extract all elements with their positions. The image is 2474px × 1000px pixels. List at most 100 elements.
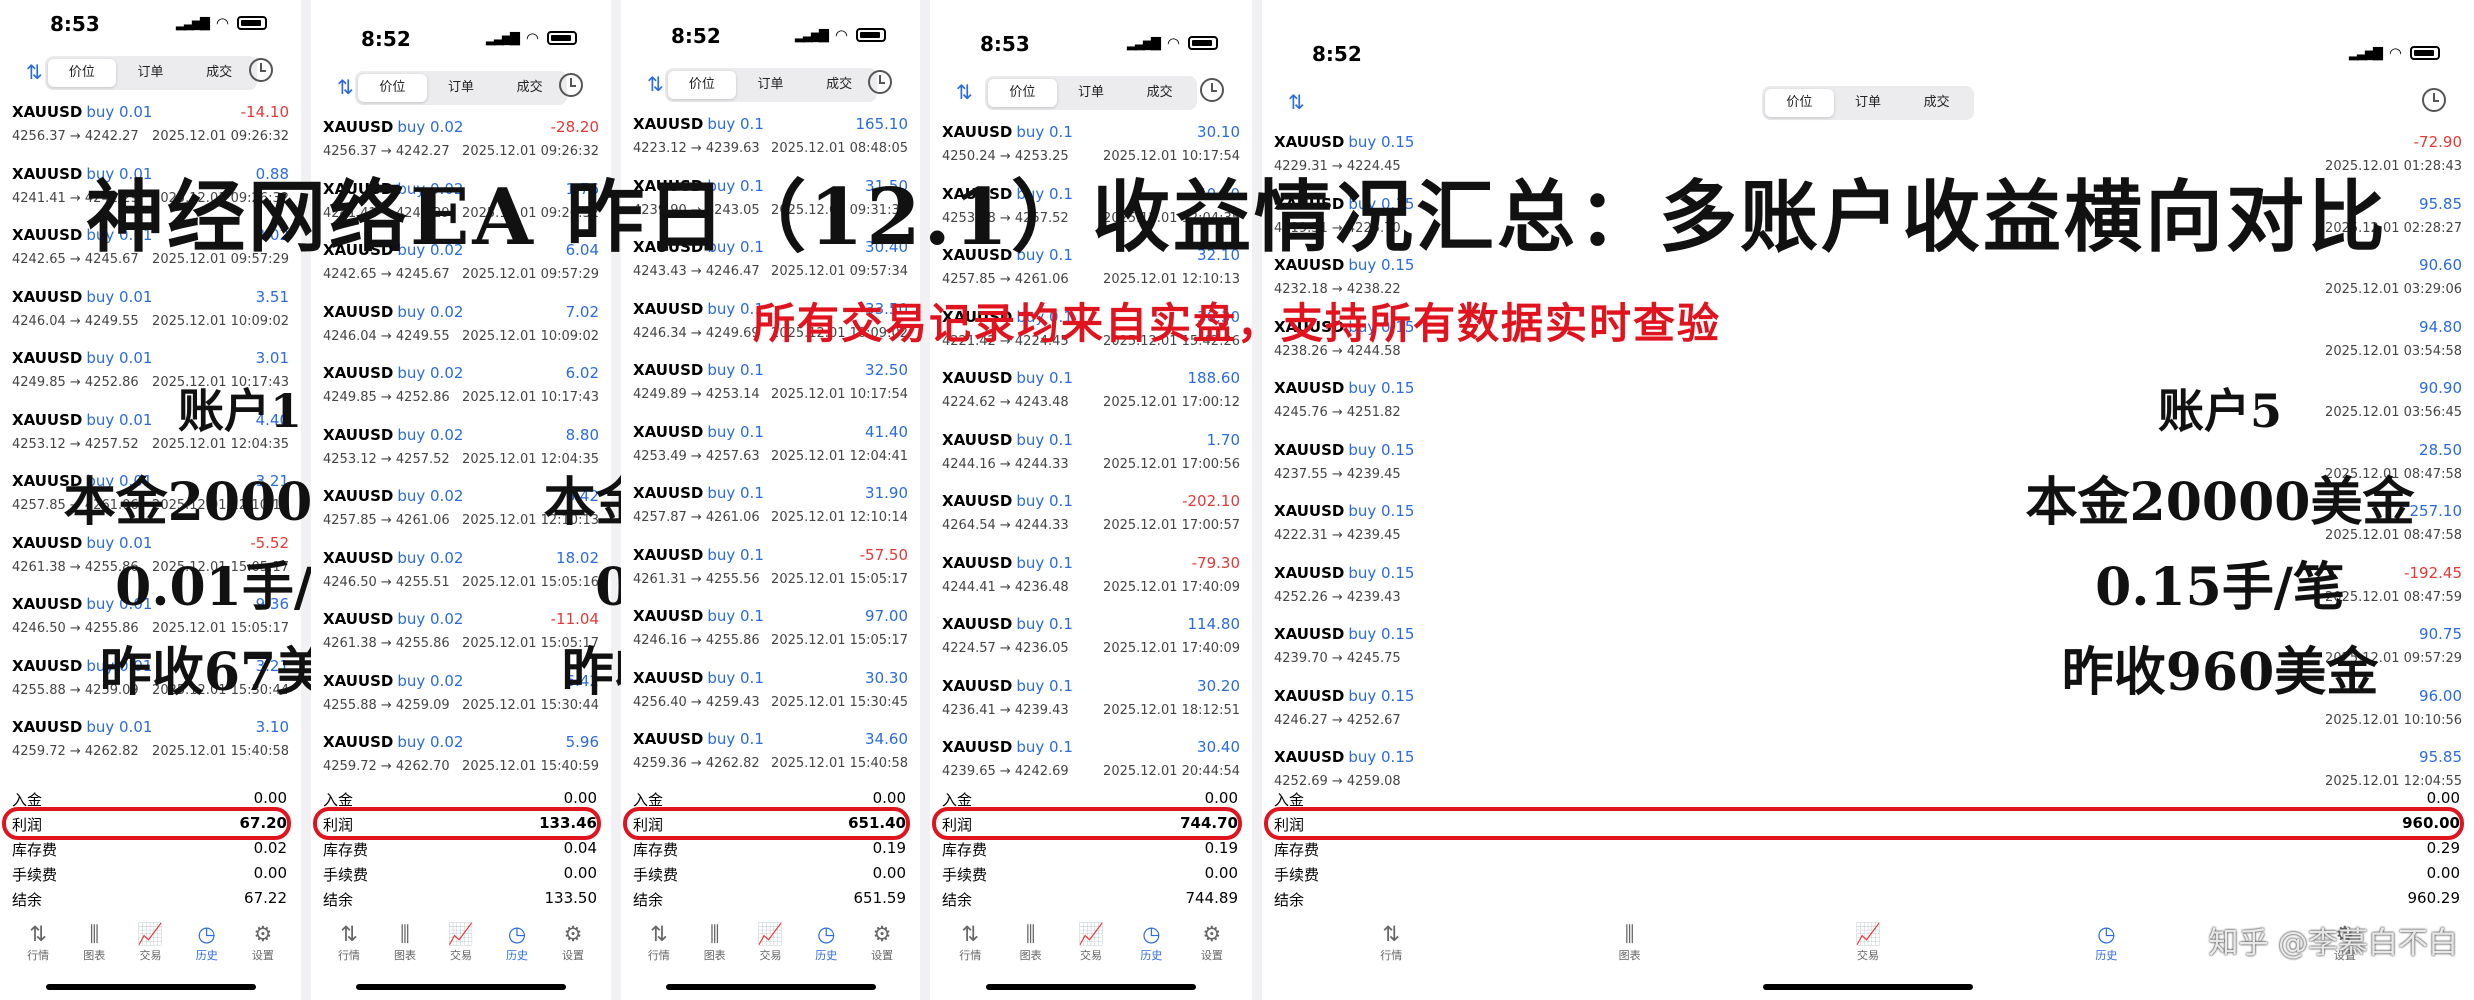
- trade-symbol-name: XAUUSD: [12, 656, 83, 675]
- tab-trade[interactable]: 📈 交易: [122, 920, 178, 980]
- sort-icon[interactable]: ⇅: [956, 80, 973, 104]
- tab-history[interactable]: ◷ 历史: [179, 920, 235, 980]
- tab-quotes[interactable]: ⇅ 行情: [940, 920, 1000, 980]
- trade-symbol: XAUUSD buy 0.15: [1274, 748, 1414, 766]
- signal-icon: ▂▃▅▇: [175, 15, 210, 31]
- tab-quotes[interactable]: ⇅ 行情: [1272, 920, 1510, 980]
- segment-deals[interactable]: 成交: [1125, 79, 1194, 107]
- signal-icon: ▂▃▅▇: [485, 30, 520, 46]
- segment-orders[interactable]: 订单: [1057, 79, 1126, 107]
- sort-icon[interactable]: ⇅: [647, 72, 664, 96]
- trade-row[interactable]: XAUUSD buy 0.1 188.60 4224.62 → 4243.48 2025…: [930, 363, 1252, 425]
- segment-positions[interactable]: 价位: [1765, 89, 1834, 117]
- history-toolbar: ⇅ 价位 订单 成交: [311, 67, 611, 107]
- sort-icon[interactable]: ⇅: [1288, 90, 1305, 114]
- summary-deposit-value: 0.00: [563, 789, 597, 807]
- tab-trade[interactable]: 📈 交易: [1061, 920, 1121, 980]
- trade-side-volume: buy 0.1: [1016, 676, 1073, 695]
- tab-quotes[interactable]: ⇅ 行情: [631, 920, 687, 980]
- tab-history[interactable]: ◷ 历史: [798, 920, 854, 980]
- trade-row[interactable]: XAUUSD buy 0.02 6.02 4249.85 → 4252.86 2025.…: [311, 358, 611, 420]
- trade-prices: 4252.26 → 4239.43: [1274, 589, 1401, 605]
- tab-label: 设置: [562, 949, 584, 962]
- trade-row[interactable]: XAUUSD buy 0.1 30.40 4239.65 → 4242.69 2025.…: [930, 732, 1252, 794]
- segment-deals[interactable]: 成交: [495, 74, 564, 102]
- tab-history[interactable]: ◷ 历史: [1987, 920, 2225, 980]
- trade-profit: 90.75: [2419, 625, 2462, 643]
- sort-icon[interactable]: ⇅: [337, 75, 354, 99]
- trade-symbol-name: XAUUSD: [1274, 502, 1345, 520]
- segment-positions[interactable]: 价位: [47, 59, 117, 87]
- segment-orders[interactable]: 订单: [1834, 89, 1903, 117]
- tab-settings[interactable]: ⚙ 设置: [235, 920, 291, 980]
- period-clock-icon[interactable]: [868, 70, 892, 94]
- trade-symbol: XAUUSD buy 0.15: [1274, 564, 1414, 582]
- trade-symbol-name: XAUUSD: [12, 718, 83, 736]
- status-time: 8:53: [980, 32, 1030, 56]
- panel-separator: [1252, 0, 1262, 1000]
- trade-row[interactable]: XAUUSD buy 0.01 -14.10 4256.37 → 4242.27 202…: [0, 97, 301, 159]
- tab-quotes[interactable]: ⇅ 行情: [321, 920, 377, 980]
- trade-symbol: XAUUSD buy 0.01: [12, 718, 152, 736]
- tab-settings[interactable]: ⚙ 设置: [1182, 920, 1242, 980]
- trade-row[interactable]: XAUUSD buy 0.02 5.96 4259.72 → 4262.70 2025.…: [311, 727, 611, 789]
- trade-row[interactable]: XAUUSD buy 0.1 1.70 4244.16 → 4244.33 2025.1…: [930, 425, 1252, 487]
- period-clock-icon[interactable]: [2422, 88, 2446, 112]
- segment-positions[interactable]: 价位: [667, 71, 737, 99]
- segment-orders[interactable]: 订单: [427, 74, 496, 102]
- tab-label: 行情: [1380, 949, 1403, 962]
- trade-row[interactable]: XAUUSD buy 0.1 41.40 4253.49 → 4257.63 2025.…: [621, 417, 920, 479]
- segment-orders[interactable]: 订单: [736, 71, 805, 99]
- summary-swap-label: 库存费: [942, 841, 988, 859]
- summary-deposit-value: 0.00: [2426, 789, 2460, 807]
- segment-deals[interactable]: 成交: [1902, 89, 1971, 117]
- segment-deals[interactable]: 成交: [185, 59, 254, 87]
- tab-charts[interactable]: ⫼ 图表: [1510, 920, 1748, 980]
- trade-row[interactable]: XAUUSD buy 0.1 -57.50 4261.31 → 4255.56 2025…: [621, 540, 920, 602]
- period-clock-icon[interactable]: [1200, 78, 1224, 102]
- tab-trade[interactable]: 📈 交易: [743, 920, 799, 980]
- trade-row[interactable]: XAUUSD buy 0.1 32.50 4249.89 → 4253.14 2025.…: [621, 355, 920, 417]
- trade-row[interactable]: XAUUSD buy 0.15 90.90 4245.76 → 4251.82 2025…: [1262, 373, 2474, 435]
- tab-settings[interactable]: ⚙ 设置: [854, 920, 910, 980]
- segment-orders[interactable]: 订单: [116, 59, 185, 87]
- status-icons: ▂▃▅▇ ◠: [795, 26, 886, 44]
- trade-row[interactable]: XAUUSD buy 0.01 3.10 4259.72 → 4262.82 2025.…: [0, 712, 301, 774]
- period-clock-icon[interactable]: [249, 58, 273, 82]
- trade-symbol-name: XAUUSD: [1274, 686, 1345, 705]
- tab-charts[interactable]: ⫼ 图表: [687, 920, 743, 980]
- candlestick-icon: ⫼: [400, 922, 410, 946]
- trade-row[interactable]: XAUUSD buy 0.1 31.90 4257.87 → 4261.06 2025.…: [621, 478, 920, 540]
- summary-section: 入金 0.00 利润 960.00 库存费 0.29 手续费 0.00 结余 960.29: [1262, 786, 2474, 911]
- overlay-title: 神经网络EA 昨日（12.1）收益情况汇总：多账户收益横向对比: [85, 172, 2389, 263]
- period-clock-icon[interactable]: [559, 73, 583, 97]
- segment-positions[interactable]: 价位: [988, 79, 1057, 107]
- trade-row[interactable]: XAUUSD buy 0.02 18.02 4246.50 → 4255.51 2025…: [311, 543, 611, 605]
- tab-history[interactable]: ◷ 历史: [1121, 920, 1181, 980]
- summary-section: 入金 0.00 利润 67.20 库存费 0.02 手续费 0.00 结余 67.22: [0, 786, 301, 911]
- candlestick-icon: ⫼: [89, 922, 100, 946]
- tab-history[interactable]: ◷ 历史: [489, 920, 545, 980]
- tab-quotes[interactable]: ⇅ 行情: [10, 920, 66, 980]
- trade-row[interactable]: XAUUSD buy 0.1 -79.30 4244.41 → 4236.48 2025…: [930, 548, 1252, 610]
- tab-settings[interactable]: ⚙ 设置: [545, 920, 601, 980]
- tab-trade[interactable]: 📈 交易: [433, 920, 489, 980]
- trade-row[interactable]: XAUUSD buy 0.1 30.30 4256.40 → 4259.43 2025.…: [621, 663, 920, 725]
- segment-positions[interactable]: 价位: [358, 74, 427, 102]
- trade-row[interactable]: XAUUSD buy 0.1 97.00 4246.16 → 4255.86 2025.…: [621, 601, 920, 663]
- trade-row[interactable]: XAUUSD buy 0.1 114.80 4224.57 → 4236.05 2025…: [930, 609, 1252, 671]
- trade-symbol-name: XAUUSD: [1274, 563, 1345, 582]
- trade-row[interactable]: XAUUSD buy 0.1 30.20 4236.41 → 4239.43 2025.…: [930, 671, 1252, 733]
- history-toolbar: ⇅ 价位 订单 成交: [930, 72, 1252, 112]
- sort-icon[interactable]: ⇅: [26, 60, 43, 84]
- trade-row[interactable]: XAUUSD buy 0.1 34.60 4259.36 → 4262.82 2025.…: [621, 724, 920, 786]
- tab-trade[interactable]: 📈 交易: [1749, 920, 1987, 980]
- trade-profit: 257.10: [2409, 502, 2463, 520]
- trade-row[interactable]: XAUUSD buy 0.1 -202.10 4264.54 → 4244.33 202…: [930, 486, 1252, 548]
- segment-deals[interactable]: 成交: [805, 71, 874, 99]
- tab-charts[interactable]: ⫼ 图表: [66, 920, 122, 980]
- tab-charts[interactable]: ⫼ 图表: [377, 920, 433, 980]
- summary-balance-label: 结余: [1274, 891, 1305, 909]
- screenshot-collage: 8:53 ▂▃▅▇ ◠ ⇅ 价位 订单 成交 XAUUSD buy 0.01 -14.10 4256…: [0, 0, 2474, 1000]
- tab-charts[interactable]: ⫼ 图表: [1000, 920, 1060, 980]
